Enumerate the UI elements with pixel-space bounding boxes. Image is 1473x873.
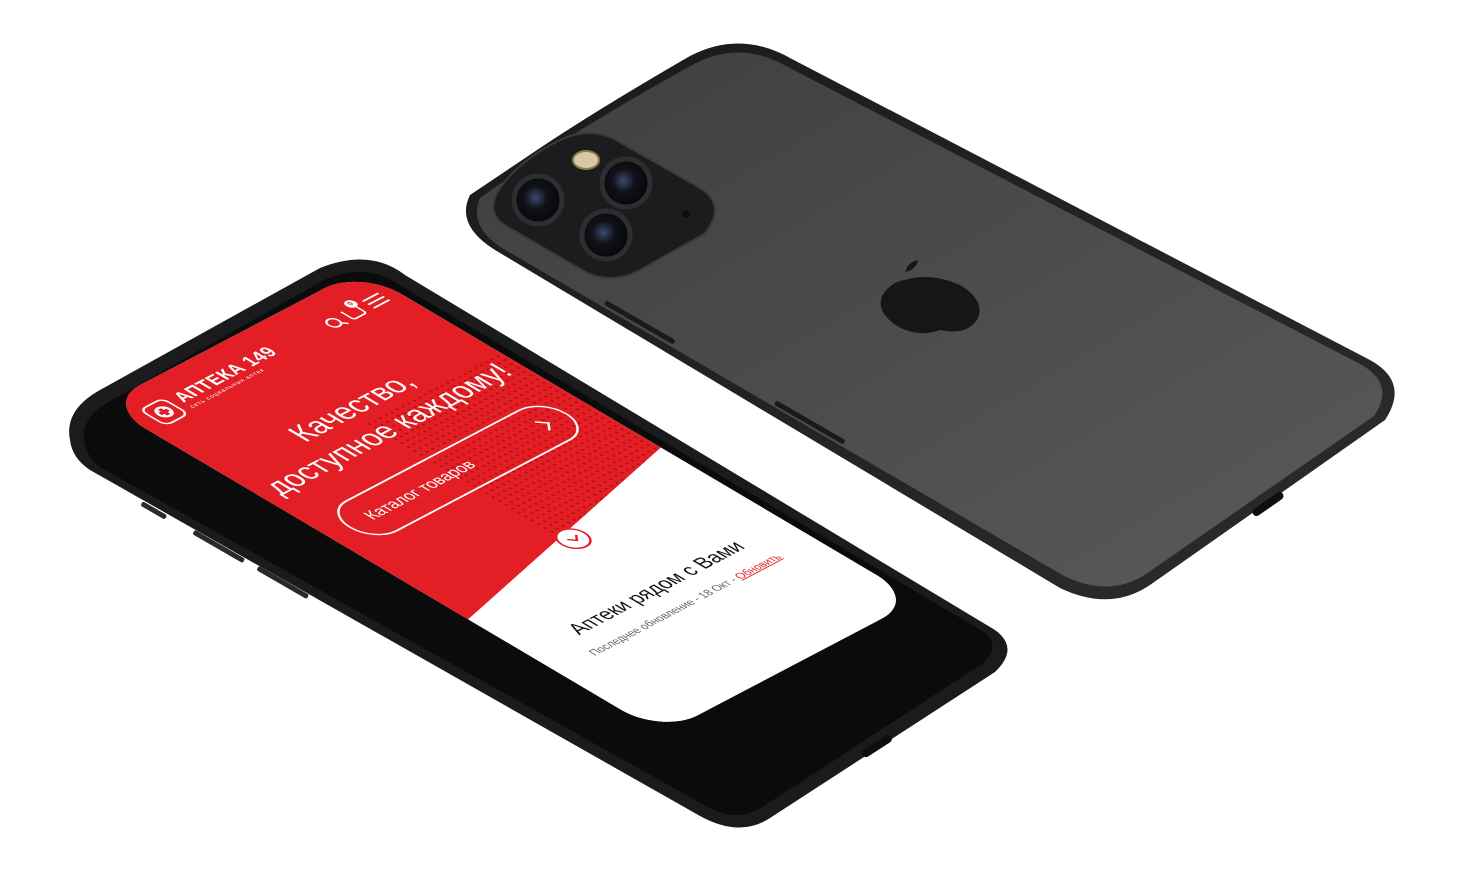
catalog-button-label: Каталог товаров <box>359 457 481 523</box>
mockup-stage: АПТЕКА 149 сеть социальных аптек 0 Качес… <box>0 0 1473 873</box>
chevron-right-icon <box>534 421 551 431</box>
menu-icon[interactable] <box>361 292 391 309</box>
cart-count-badge: 0 <box>340 298 360 310</box>
cart-icon[interactable]: 0 <box>339 298 368 321</box>
header-actions: 0 <box>321 292 391 330</box>
search-icon[interactable] <box>321 316 346 330</box>
